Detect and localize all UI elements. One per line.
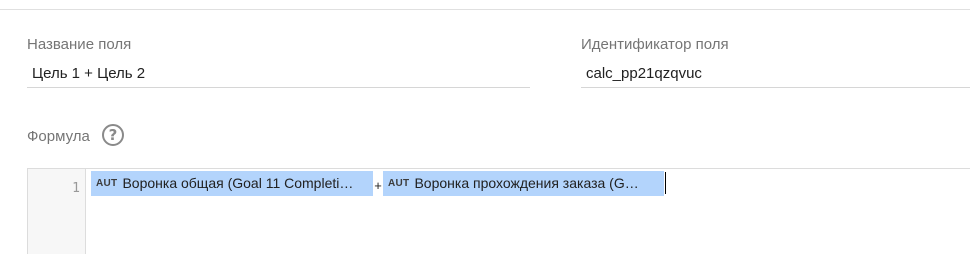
formula-label: Формула	[27, 128, 90, 145]
top-divider	[0, 9, 970, 10]
line-number: 1	[72, 181, 80, 196]
field-name-input[interactable]: Цель 1 + Цель 2	[27, 62, 530, 88]
chip-label: Воронка прохождения заказа (G…	[414, 175, 639, 191]
formula-line[interactable]: AUT Воронка общая (Goal 11 Completi… + A…	[91, 170, 666, 196]
metric-chip[interactable]: AUT Воронка общая (Goal 11 Completi…	[91, 170, 373, 196]
plus-operator: +	[374, 177, 382, 193]
calculated-field-editor: Название поля Цель 1 + Цель 2 Идентифика…	[0, 0, 970, 254]
formula-editor[interactable]: 1 AUT Воронка общая (Goal 11 Completi… +…	[27, 168, 970, 254]
field-name-label: Название поля	[27, 36, 132, 53]
field-id-label: Идентификатор поля	[581, 36, 729, 53]
chip-type-tag: AUT	[388, 177, 410, 189]
chip-type-tag: AUT	[96, 177, 118, 189]
chip-label: Воронка общая (Goal 11 Completi…	[122, 175, 354, 191]
help-icon[interactable]: ?	[102, 124, 124, 146]
line-number-gutter: 1	[28, 169, 86, 254]
metric-chip[interactable]: AUT Воронка прохождения заказа (G…	[383, 170, 664, 196]
text-cursor	[665, 172, 666, 194]
field-id-input[interactable]: calc_pp21qzqvuc	[581, 62, 970, 88]
